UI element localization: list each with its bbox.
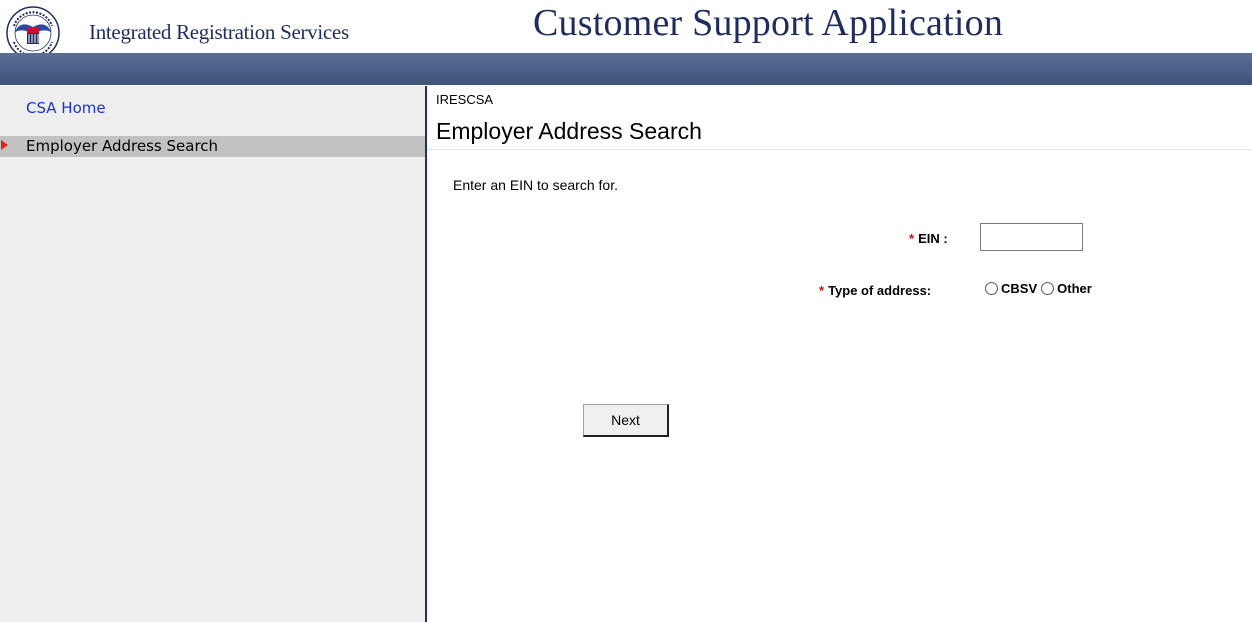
current-item-arrow-icon bbox=[1, 140, 8, 150]
next-button[interactable]: Next bbox=[583, 404, 669, 437]
ssa-seal-icon bbox=[6, 6, 60, 60]
page-title: Employer Address Search bbox=[436, 118, 702, 144]
sidebar-item-csa-home[interactable]: CSA Home bbox=[26, 99, 106, 117]
address-type-label: * Type of address: bbox=[819, 283, 931, 298]
title-divider bbox=[427, 149, 1252, 150]
sidebar-item-employer-address-search[interactable]: Employer Address Search bbox=[0, 136, 425, 157]
app-code: IRESCSA bbox=[436, 92, 494, 107]
sidebar: CSA Home Employer Address Search bbox=[0, 86, 427, 622]
ein-label-text: EIN : bbox=[918, 231, 948, 246]
cbsv-radio-label[interactable]: CBSV bbox=[1001, 281, 1037, 296]
cbsv-radio[interactable] bbox=[985, 282, 998, 296]
main-content: IRESCSA Employer Address Search Enter an… bbox=[427, 86, 1252, 622]
required-marker: * bbox=[819, 283, 825, 298]
app-header: Integrated Registration Services Custome… bbox=[0, 0, 1252, 86]
address-type-radio-group: CBSV Other bbox=[985, 280, 1096, 300]
other-radio[interactable] bbox=[1041, 282, 1055, 296]
app-title: Customer Support Application bbox=[533, 2, 1004, 44]
instruction-text: Enter an EIN to search for. bbox=[453, 177, 618, 193]
header-band bbox=[0, 53, 1252, 85]
ein-input[interactable] bbox=[980, 223, 1083, 251]
address-type-label-text: Type of address: bbox=[828, 283, 932, 298]
sidebar-item-label: Employer Address Search bbox=[26, 137, 219, 155]
ein-label: * EIN : bbox=[909, 231, 948, 246]
org-name: Integrated Registration Services bbox=[89, 20, 349, 44]
other-radio-label[interactable]: Other bbox=[1057, 281, 1092, 296]
required-marker: * bbox=[909, 231, 915, 246]
